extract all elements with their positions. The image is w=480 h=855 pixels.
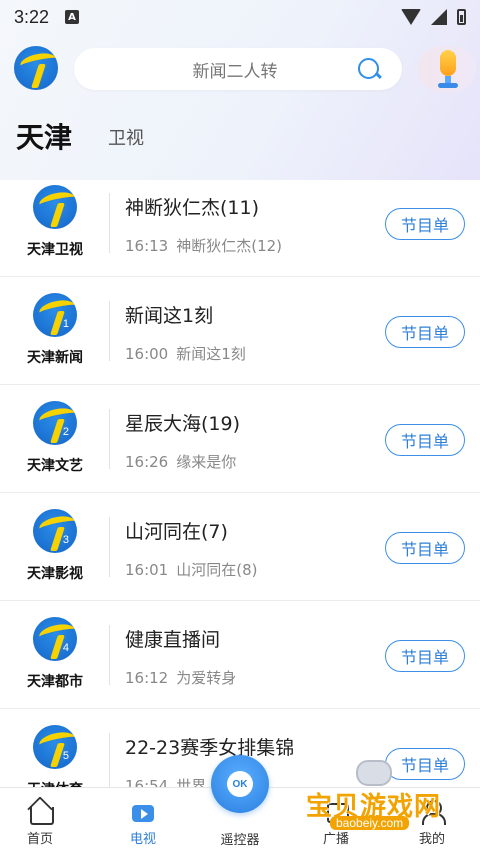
current-program: 神断狄仁杰(11) [125,197,260,219]
nav-radio[interactable]: 广播 [296,788,376,855]
divider [109,625,110,685]
schedule-button[interactable]: 节目单 [385,208,465,240]
channel-name: 天津文艺 [27,458,83,474]
notification-icon: A [65,10,80,24]
nav-mine-label: 我的 [418,832,445,847]
user-icon [419,798,446,825]
app-logo-icon[interactable] [14,46,58,90]
schedule-button[interactable]: 节目单 [385,532,465,564]
status-time: 3:22 [14,6,50,27]
next-program: 16:00 新闻这1刻 [125,345,246,363]
channel-logo: 4 天津都市 [16,615,94,695]
channel-name: 天津影视 [27,566,83,582]
channel-logo: 2 天津文艺 [16,399,94,479]
current-program: 星辰大海(19) [125,413,241,435]
channel-logo: 1 天津新闻 [16,291,94,371]
radio-icon [323,798,349,824]
region-title[interactable]: 天津 [16,116,72,156]
home-icon [27,798,54,825]
current-program: 新闻这1刻 [125,305,214,327]
nav-tv-label: 电视 [129,832,156,847]
channel-logo: 天津卫视 [16,183,94,263]
tab-satellite[interactable]: 卫视 [108,124,144,150]
channel-logo-icon: 3 [33,509,77,553]
channel-list: 天津卫视 神断狄仁杰(11) 16:13 神断狄仁杰(12) 节目单 1 天津新闻… [0,169,480,817]
tv-icon [130,798,156,824]
remote-ok-icon: OK [227,771,253,797]
schedule-button[interactable]: 节目单 [385,316,465,348]
divider [109,409,110,469]
schedule-button[interactable]: 节目单 [385,640,465,672]
divider [109,193,110,253]
schedule-button[interactable]: 节目单 [385,424,465,456]
channel-logo-icon [33,185,77,229]
nav-home[interactable]: 首页 [0,788,80,855]
divider [109,733,110,793]
divider [109,517,110,577]
signal-icon [431,9,447,25]
channel-row[interactable]: 天津卫视 神断狄仁杰(11) 16:13 神断狄仁杰(12) 节目单 [0,169,480,277]
nav-radio-label: 广播 [322,832,349,847]
search-icon[interactable] [356,56,382,82]
voice-search-button[interactable] [418,46,476,92]
next-program: 16:01 山河同在(8) [125,561,258,579]
channel-logo: 3 天津影视 [16,507,94,587]
status-bar: 3:22 A [0,0,480,34]
next-program: 16:26 缘来是你 [125,453,237,471]
channel-logo-icon: 1 [33,293,77,337]
channel-row[interactable]: 1 天津新闻 新闻这1刻 16:00 新闻这1刻 节目单 [0,277,480,385]
remote-control-button[interactable]: OK [211,755,269,813]
next-program: 16:12 为爱转身 [125,669,237,687]
channel-row[interactable]: 2 天津文艺 星辰大海(19) 16:26 缘来是你 节目单 [0,385,480,493]
channel-logo-icon: 5 [33,725,77,769]
nav-home-label: 首页 [26,832,53,847]
next-program: 16:13 神断狄仁杰(12) [125,237,283,255]
channel-name: 天津新闻 [27,350,83,366]
current-program: 山河同在(7) [125,521,228,543]
channel-logo-icon: 4 [33,617,77,661]
battery-icon [457,9,466,25]
search-placeholder: 新闻二人转 [192,61,278,82]
channel-name: 天津都市 [27,674,83,690]
channel-logo-icon: 2 [33,401,77,445]
search-input[interactable]: 新闻二人转 [74,48,402,90]
wifi-icon [401,9,421,25]
channel-row[interactable]: 4 天津都市 健康直播间 16:12 为爱转身 节目单 [0,601,480,709]
channel-name: 天津卫视 [27,242,83,258]
divider [109,301,110,361]
schedule-button[interactable]: 节目单 [385,748,465,780]
channel-row[interactable]: 3 天津影视 山河同在(7) 16:01 山河同在(8) 节目单 [0,493,480,601]
current-program: 22-23赛季女排集锦 [125,737,295,759]
nav-remote-label: 遥控器 [220,833,260,848]
nav-mine[interactable]: 我的 [392,788,472,855]
nav-tv[interactable]: 电视 [103,788,183,855]
current-program: 健康直播间 [125,629,221,651]
